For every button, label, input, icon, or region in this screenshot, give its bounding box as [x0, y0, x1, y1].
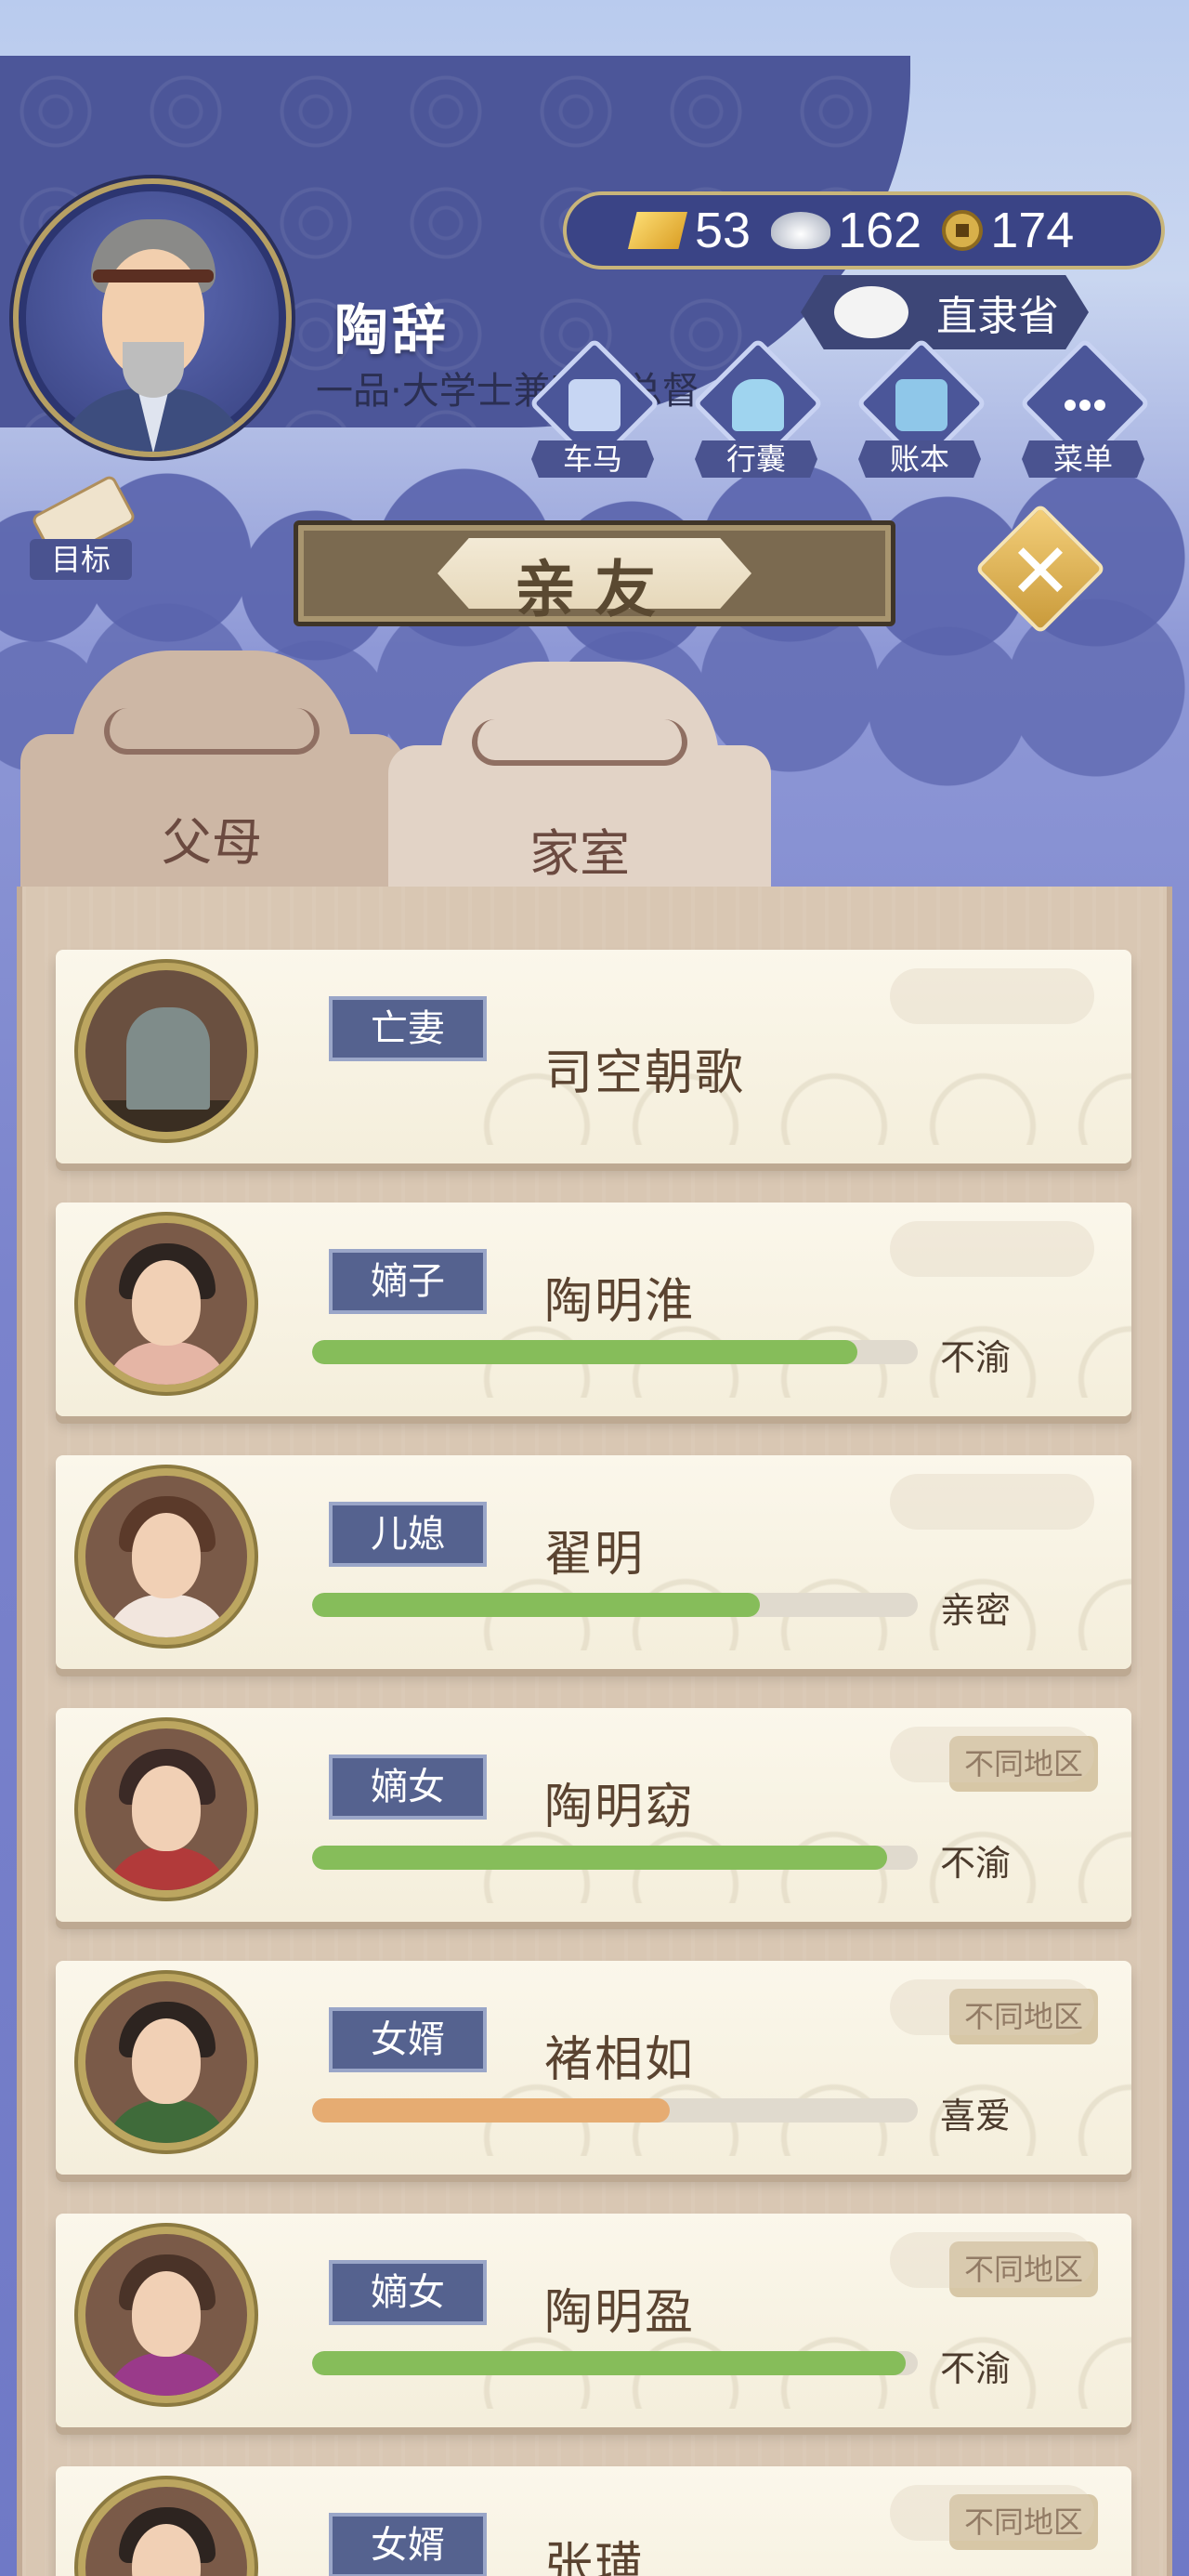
mood-label: 亲密 — [940, 1590, 1012, 1631]
tombstone-portrait — [78, 963, 255, 1139]
affinity-bar — [312, 1593, 918, 1617]
affinity-bar — [312, 1340, 918, 1364]
relation-tag: 亡妻 — [329, 996, 487, 1061]
relative-portrait — [78, 2227, 255, 2403]
relation-tag: 嫡女 — [329, 2260, 487, 2325]
cloud-scroll-icon — [472, 719, 687, 766]
tab-parents[interactable]: 父母 — [20, 651, 403, 892]
relation-tag: 嫡子 — [329, 1249, 487, 1314]
affinity-bar — [312, 2351, 918, 2375]
copper-coin-icon — [942, 210, 984, 251]
relation-tag: 嫡女 — [329, 1755, 487, 1820]
tab-family-label: 家室 — [529, 824, 630, 883]
tab-parents-label: 父母 — [162, 813, 262, 872]
relative-portrait — [78, 1721, 255, 1898]
relative-name: 司空朝歌 — [544, 1045, 746, 1101]
mood-label: 不渝 — [940, 2348, 1012, 2389]
goal-button[interactable]: 目标 — [20, 473, 141, 585]
silver-currency: 162 — [771, 202, 921, 259]
affinity-bar-fill — [312, 1846, 888, 1870]
affinity-bar — [312, 1846, 918, 1870]
relative-name: 陶明窈 — [544, 1780, 696, 1835]
relation-tag: 女婿 — [329, 2513, 487, 2576]
ledger-button[interactable]: 账本 — [849, 337, 987, 481]
region-button[interactable]: 直隶省 — [801, 275, 1089, 349]
relative-card[interactable]: 女婿 褚相如 不同地区 喜爱 — [56, 1961, 1131, 2175]
silver-ingot-icon — [771, 212, 831, 249]
ledger-label: 账本 — [858, 440, 981, 478]
silver-amount: 162 — [838, 203, 922, 258]
relative-name: 张璜 — [544, 2538, 646, 2576]
relative-name: 陶明盈 — [544, 2285, 696, 2341]
relative-card[interactable]: 亡妻 司空朝歌 — [56, 950, 1131, 1163]
affinity-bar-fill — [312, 1593, 761, 1617]
region-badge: 不同地区 — [949, 2241, 1098, 2297]
close-icon[interactable]: ✕ — [985, 517, 1096, 628]
relative-name: 翟明 — [544, 1527, 646, 1583]
relative-card[interactable]: 嫡女 陶明窈 不同地区 不渝 — [56, 1708, 1131, 1922]
mood-label: 喜爱 — [940, 2096, 1012, 2136]
bundle-label: 行囊 — [695, 440, 817, 478]
relative-name: 褚相如 — [544, 2032, 696, 2088]
region-badge: 不同地区 — [949, 1989, 1098, 2044]
cloud-scroll-icon — [104, 708, 320, 755]
panel-title-plaque: 亲友 — [294, 520, 895, 626]
affinity-bar-fill — [312, 2098, 670, 2123]
carriage-button[interactable]: 车马 — [522, 337, 660, 481]
relative-portrait — [78, 1216, 255, 1392]
goal-label: 目标 — [30, 539, 132, 580]
gold-currency: 53 — [628, 202, 751, 259]
affinity-bar-fill — [312, 2351, 906, 2375]
more-icon — [1059, 394, 1111, 416]
gold-amount: 53 — [695, 203, 751, 258]
copper-amount: 174 — [990, 203, 1075, 258]
relative-card[interactable]: 女婿 张璜 不同地区 — [56, 2466, 1131, 2576]
player-avatar[interactable] — [13, 178, 292, 457]
carriage-label: 车马 — [531, 440, 654, 478]
mood-label: 不渝 — [940, 1843, 1012, 1884]
player-name: 陶辞 — [334, 298, 451, 361]
menu-button[interactable]: 菜单 — [1013, 337, 1151, 481]
relative-name: 陶明淮 — [544, 1274, 696, 1330]
relation-tag: 女婿 — [329, 2007, 487, 2072]
gold-ingot-icon — [628, 212, 687, 249]
inkstone-icon — [834, 286, 908, 338]
relation-tag: 儿媳 — [329, 1502, 487, 1567]
region-badge: 不同地区 — [949, 1736, 1098, 1792]
relative-portrait — [78, 1468, 255, 1645]
region-badge: 不同地区 — [949, 2494, 1098, 2550]
affinity-bar — [312, 2098, 918, 2123]
relative-portrait — [78, 1974, 255, 2150]
panel-title: 亲友 — [515, 554, 674, 625]
mood-label: 不渝 — [940, 1337, 1012, 1378]
region-name: 直隶省 — [936, 293, 1059, 340]
menu-label: 菜单 — [1022, 440, 1144, 478]
ledger-icon — [895, 379, 947, 431]
relative-card[interactable]: 儿媳 翟明 亲密 — [56, 1455, 1131, 1669]
copper-currency: 174 — [942, 202, 1074, 259]
relative-card[interactable]: 嫡女 陶明盈 不同地区 不渝 — [56, 2214, 1131, 2427]
tab-family[interactable]: 家室 — [388, 662, 771, 903]
relative-portrait — [78, 2479, 255, 2576]
affinity-bar-fill — [312, 1340, 857, 1364]
bundle-button[interactable]: 行囊 — [686, 337, 824, 481]
carriage-icon — [568, 379, 621, 431]
currency-bar: 53 162 174 — [563, 191, 1165, 269]
bundle-icon — [732, 379, 784, 431]
relative-card[interactable]: 嫡子 陶明淮 不渝 — [56, 1203, 1131, 1416]
